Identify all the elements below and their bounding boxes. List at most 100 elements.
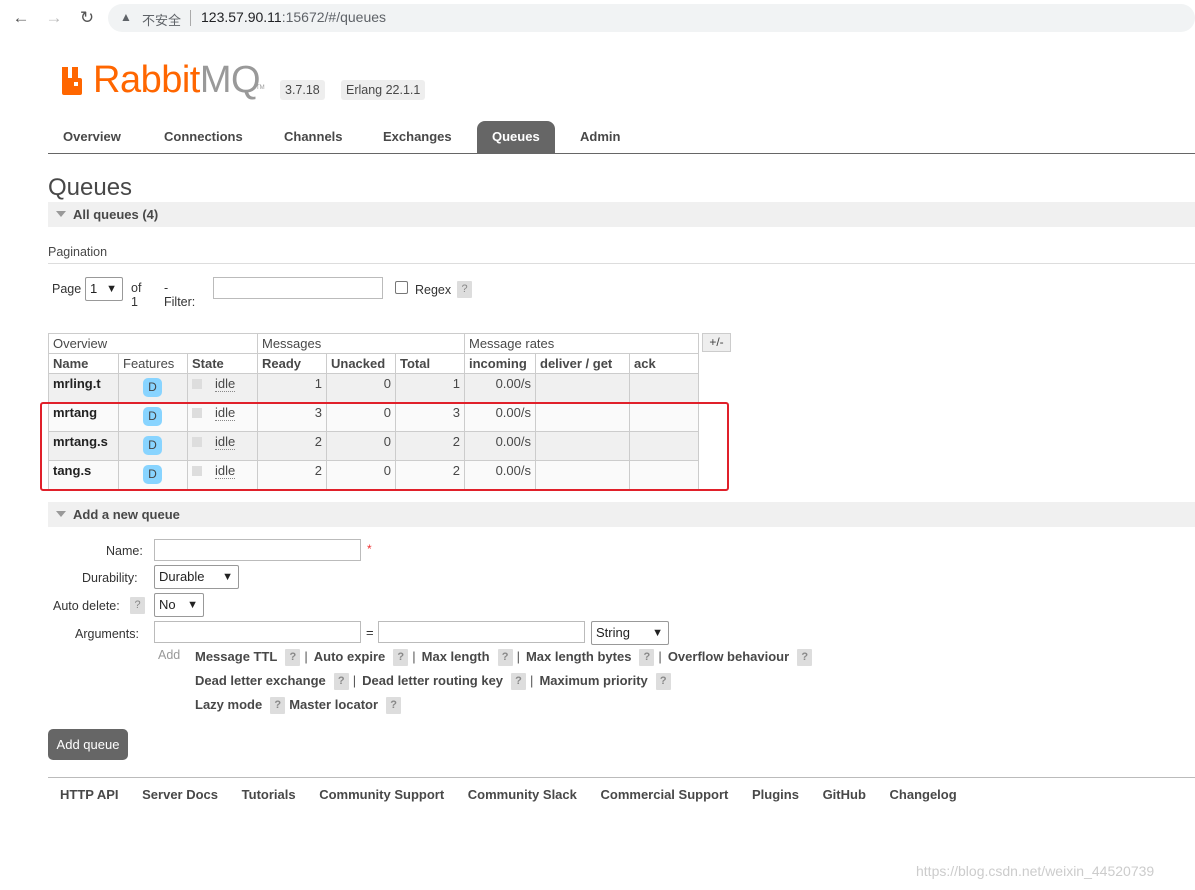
regex-help-icon[interactable]: ? — [457, 281, 472, 298]
ack-cell — [629, 373, 699, 403]
column-header-deliver-get[interactable]: deliver / get — [535, 353, 630, 374]
queue-name-input[interactable] — [154, 539, 361, 561]
add-argument-link[interactable]: Add — [158, 648, 180, 662]
add-queue-button[interactable]: Add queue — [48, 729, 128, 760]
help-icon[interactable]: ? — [797, 649, 813, 667]
durability-select[interactable]: Durable ▼ — [154, 565, 239, 589]
logo-word-rabbit: Rabbit — [93, 59, 200, 101]
add-queue-section-toggle[interactable]: Add a new queue — [48, 502, 1195, 527]
shortcut-maximum-priority[interactable]: Maximum priority — [539, 673, 647, 688]
chevron-down-icon: ▼ — [187, 599, 198, 611]
tab-connections[interactable]: Connections — [149, 121, 258, 153]
help-icon[interactable]: ? — [655, 673, 671, 691]
tab-channels[interactable]: Channels — [269, 121, 358, 153]
shortcut-dead-letter-exchange[interactable]: Dead letter exchange — [195, 673, 326, 688]
filter-input[interactable] — [213, 277, 383, 299]
help-icon[interactable]: ? — [285, 649, 301, 667]
auto-delete-select[interactable]: No ▼ — [154, 593, 204, 617]
auto-delete-help-icon[interactable]: ? — [130, 597, 145, 614]
shortcut-lazy-mode[interactable]: Lazy mode — [195, 697, 262, 712]
durable-badge: D — [143, 378, 162, 397]
footer-link-http-api[interactable]: HTTP API — [60, 787, 119, 802]
separator: | — [412, 649, 416, 664]
warning-icon[interactable]: ▲ — [120, 10, 134, 24]
state-cell: idle — [187, 402, 258, 432]
incoming-cell: 0.00/s — [464, 431, 536, 461]
back-arrow-icon[interactable]: ← — [11, 8, 31, 28]
page-select[interactable]: 1 ▼ — [85, 277, 123, 301]
tab-queues[interactable]: Queues — [477, 121, 555, 153]
shortcut-auto-expire[interactable]: Auto expire — [314, 649, 386, 664]
footer-link-server-docs[interactable]: Server Docs — [142, 787, 218, 802]
footer-link-changelog[interactable]: Changelog — [890, 787, 957, 802]
page-label: Page — [52, 282, 82, 296]
column-header-total[interactable]: Total — [395, 353, 465, 374]
argument-value-input[interactable] — [378, 621, 585, 643]
footer-link-github[interactable]: GitHub — [823, 787, 866, 802]
footer-link-commercial-support[interactable]: Commercial Support — [601, 787, 729, 802]
total-cell: 2 — [395, 431, 465, 461]
tab-overview[interactable]: Overview — [48, 121, 136, 153]
shortcut-dead-letter-routing-key[interactable]: Dead letter routing key — [362, 673, 503, 688]
version-badge: 3.7.18 — [280, 80, 325, 100]
footer-link-tutorials[interactable]: Tutorials — [242, 787, 296, 802]
url-text[interactable]: 123.57.90.11:15672/#/queues — [201, 9, 386, 25]
shortcut-message-ttl[interactable]: Message TTL — [195, 649, 277, 664]
reload-icon[interactable]: ↻ — [77, 8, 97, 28]
features-cell: D — [118, 402, 188, 432]
state-cell: idle — [187, 431, 258, 461]
footer-link-community-slack[interactable]: Community Slack — [468, 787, 577, 802]
shortcut-overflow-behaviour[interactable]: Overflow behaviour — [668, 649, 789, 664]
argument-key-input[interactable] — [154, 621, 361, 643]
all-queues-section-toggle[interactable]: All queues (4) — [48, 202, 1195, 227]
incoming-cell: 0.00/s — [464, 460, 536, 490]
insecure-label[interactable]: 不安全 — [142, 10, 181, 29]
deliver-get-cell — [535, 431, 630, 461]
erlang-version-badge: Erlang 22.1.1 — [341, 80, 426, 100]
help-icon[interactable]: ? — [393, 649, 409, 667]
queue-name-link[interactable]: mrtang.s — [48, 431, 119, 461]
browser-toolbar: ← → ↻ ▲ 不安全 123.57.90.11:15672/#/queues — [0, 0, 1195, 36]
page-select-value: 1 — [90, 281, 98, 296]
column-header-incoming[interactable]: incoming — [464, 353, 536, 374]
queue-name-link[interactable]: mrtang — [48, 402, 119, 432]
separator: | — [352, 673, 357, 688]
footer-link-community-support[interactable]: Community Support — [319, 787, 444, 802]
help-icon[interactable]: ? — [386, 697, 402, 715]
argument-shortcuts-row-1: Message TTL? | Auto expire? | Max length? | Ma… — [195, 649, 816, 667]
shortcut-master-locator[interactable]: Master locator — [289, 697, 378, 712]
column-toggle-button[interactable]: +/- — [702, 333, 731, 352]
shortcut-max-length-bytes[interactable]: Max length bytes — [526, 649, 631, 664]
regex-checkbox[interactable] — [395, 281, 408, 294]
shortcut-max-length[interactable]: Max length — [422, 649, 490, 664]
tab-exchanges[interactable]: Exchanges — [368, 121, 467, 153]
address-divider — [190, 10, 191, 26]
help-icon[interactable]: ? — [511, 673, 527, 691]
auto-delete-label: Auto delete: — [53, 599, 120, 613]
column-header-unacked[interactable]: Unacked — [326, 353, 396, 374]
state-cell: idle — [187, 460, 258, 490]
tab-admin[interactable]: Admin — [565, 121, 635, 153]
unacked-cell: 0 — [326, 431, 396, 461]
unacked-cell: 0 — [326, 402, 396, 432]
durable-badge: D — [143, 407, 162, 426]
column-header-ready[interactable]: Ready — [257, 353, 327, 374]
argument-type-select[interactable]: String ▼ — [591, 621, 669, 645]
column-header-name[interactable]: Name — [48, 353, 119, 374]
help-icon[interactable]: ? — [333, 673, 349, 691]
help-icon[interactable]: ? — [497, 649, 513, 667]
forward-arrow-icon[interactable]: → — [44, 8, 64, 28]
queue-name-link[interactable]: mrling.t — [48, 373, 119, 403]
help-icon[interactable]: ? — [270, 697, 286, 715]
column-header-state[interactable]: State — [187, 353, 258, 374]
column-header-ack[interactable]: ack — [629, 353, 699, 374]
queue-name-link[interactable]: tang.s — [48, 460, 119, 490]
argument-type-value: String — [596, 625, 630, 640]
footer-link-plugins[interactable]: Plugins — [752, 787, 799, 802]
total-cell: 1 — [395, 373, 465, 403]
table-row: mrtang.s D idle 2 0 2 0.00/s — [48, 431, 699, 461]
footer-links: HTTP API Server Docs Tutorials Community… — [60, 787, 977, 802]
address-bar[interactable]: ▲ 不安全 123.57.90.11:15672/#/queues — [108, 4, 1195, 32]
help-icon[interactable]: ? — [639, 649, 655, 667]
logo-wordmark: RabbitMQ — [93, 59, 261, 102]
